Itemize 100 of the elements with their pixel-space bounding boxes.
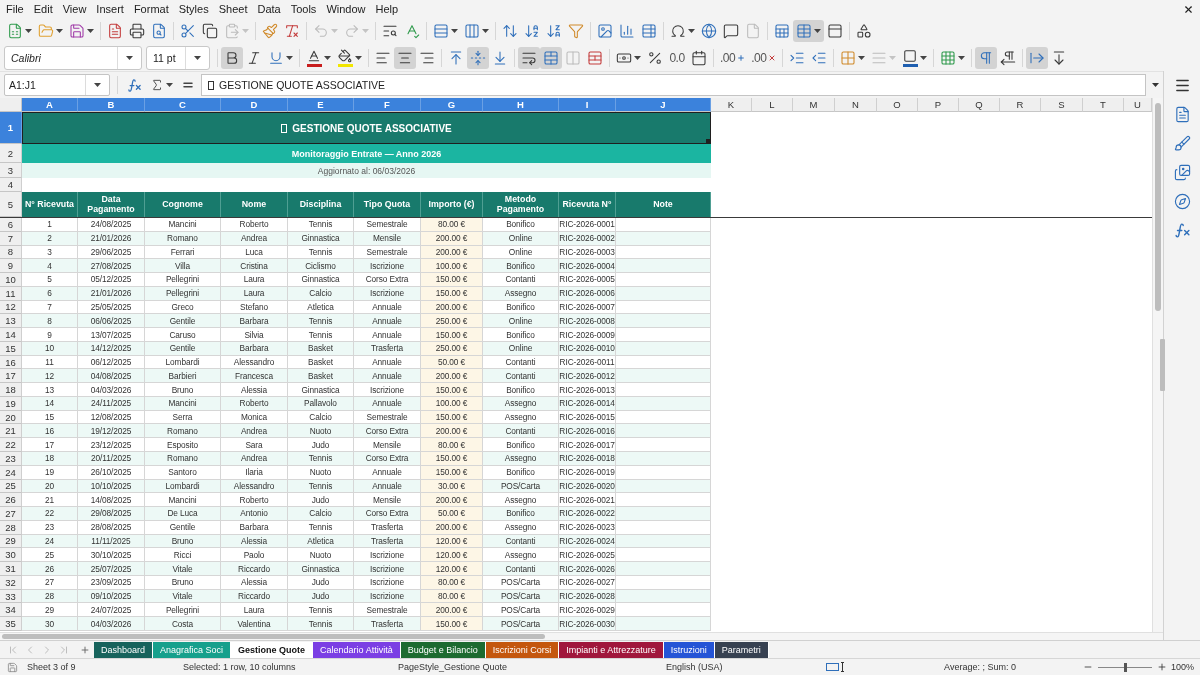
row-header[interactable]: 9 xyxy=(0,259,22,274)
fill-handle[interactable] xyxy=(706,139,711,144)
menu-item[interactable]: Window xyxy=(322,1,370,17)
column-header[interactable]: A xyxy=(22,98,78,112)
row-header[interactable]: 27 xyxy=(0,507,22,521)
table-cell: Tennis xyxy=(288,603,354,618)
sheet-tab[interactable]: Istruzioni xyxy=(663,641,715,658)
column-header[interactable]: G xyxy=(421,98,483,112)
menu-item[interactable]: Tools xyxy=(286,1,321,17)
row-header[interactable]: 3 xyxy=(0,163,22,178)
sheet-tab[interactable]: Dashboard xyxy=(94,641,154,658)
scroll-thumb[interactable] xyxy=(1155,103,1161,311)
menu-item[interactable]: Sheet xyxy=(214,1,252,17)
column-header[interactable]: D xyxy=(221,98,288,112)
menu-item[interactable]: Help xyxy=(371,1,403,17)
row-header[interactable]: 4 xyxy=(0,178,22,192)
column-header[interactable]: R xyxy=(1000,98,1041,112)
horizontal-scrollbar[interactable] xyxy=(0,632,1163,640)
table-columns-icon xyxy=(464,23,480,39)
bold-button[interactable] xyxy=(221,46,243,69)
column-header[interactable]: F xyxy=(354,98,421,112)
page-style-text: PageStyle_Gestione Quote xyxy=(398,662,508,672)
name-box[interactable]: A1:J1 xyxy=(4,74,110,96)
row-header[interactable]: 17 xyxy=(0,369,22,384)
horizontal-text-button[interactable] xyxy=(1026,46,1049,69)
scroll-thumb[interactable] xyxy=(2,634,545,639)
sheet-tab[interactable]: Iscrizioni Corsi xyxy=(485,641,560,658)
sheet-tab[interactable]: Parametri xyxy=(714,641,769,658)
column-header[interactable]: C xyxy=(145,98,221,112)
row-header[interactable]: 31 xyxy=(0,562,22,576)
paintbrush-icon xyxy=(262,23,278,39)
formula-input-field[interactable]: GESTIONE QUOTE ASSOCIATIVE xyxy=(201,74,1146,96)
table-cell: Semestrale xyxy=(354,603,421,618)
row-header[interactable]: 6 xyxy=(0,218,22,232)
column-header[interactable]: S xyxy=(1041,98,1083,112)
column-header[interactable]: I xyxy=(559,98,616,112)
menu-item[interactable]: Styles xyxy=(174,1,213,17)
updated-date-text: Aggiornato al: 06/03/2026 xyxy=(22,163,711,178)
column-header[interactable]: U xyxy=(1124,98,1152,112)
row-header[interactable]: 21 xyxy=(0,424,22,439)
align-center-button[interactable] xyxy=(394,46,416,69)
title-text: GESTIONE QUOTE ASSOCIATIVE xyxy=(292,122,452,134)
sort-arrows-icon xyxy=(502,23,518,39)
row-header[interactable]: 14 xyxy=(0,328,22,342)
table-cell: Tennis xyxy=(288,314,354,329)
sheet-tab[interactable]: Calendario Attività xyxy=(313,641,401,658)
column-header[interactable]: H xyxy=(483,98,559,112)
wrap-text-button[interactable] xyxy=(518,46,540,69)
column-header[interactable]: Q xyxy=(959,98,1000,112)
menu-item[interactable]: Edit xyxy=(29,1,57,17)
column-header[interactable]: B xyxy=(78,98,145,112)
row-header[interactable]: 35 xyxy=(0,617,22,631)
row-header[interactable]: 2 xyxy=(0,144,22,163)
column-header[interactable]: E xyxy=(288,98,354,112)
menu-item[interactable]: Insert xyxy=(92,1,128,17)
font-size-box[interactable]: 11 pt xyxy=(146,45,210,70)
sheet-tab[interactable]: Gestione Quote xyxy=(231,641,314,658)
row-header[interactable]: 10 xyxy=(0,273,22,287)
menu-item[interactable]: Data xyxy=(253,1,285,17)
delete-decimal-button[interactable]: .00 xyxy=(748,46,780,69)
row-header[interactable]: 23 xyxy=(0,452,22,466)
border-color-icon xyxy=(902,48,919,67)
column-header[interactable]: K xyxy=(711,98,752,112)
row-header[interactable]: 1 xyxy=(0,112,22,144)
row-header[interactable]: 13 xyxy=(0,314,22,329)
row-header[interactable]: 5 xyxy=(0,192,22,217)
freeze-button[interactable] xyxy=(793,20,824,42)
sheet-tab[interactable]: Budget e Bilancio xyxy=(400,641,486,658)
align-middle-button[interactable] xyxy=(467,46,489,69)
table-cell: 150.00 € xyxy=(421,617,483,631)
menu-item[interactable]: Format xyxy=(129,1,173,17)
column-header[interactable]: M xyxy=(793,98,835,112)
zoom-slider-thumb[interactable] xyxy=(1124,662,1127,672)
menu-item[interactable]: View xyxy=(58,1,91,17)
vertical-scrollbar[interactable] xyxy=(1152,98,1163,632)
row-header[interactable]: 22 xyxy=(0,438,22,452)
menu-item[interactable]: File xyxy=(2,1,28,17)
row-header[interactable]: 26 xyxy=(0,493,22,508)
column-header[interactable]: P xyxy=(918,98,959,112)
number-format-button[interactable]: 0.0 xyxy=(666,46,688,69)
spellcheck-icon xyxy=(404,23,420,39)
table-cell: Romano xyxy=(145,452,221,466)
column-header[interactable]: L xyxy=(752,98,793,112)
row-header[interactable]: 18 xyxy=(0,383,22,397)
table-cell: Mensile xyxy=(354,438,421,452)
sidebar-collapse-handle[interactable] xyxy=(1160,339,1165,391)
zoom-in-button[interactable] xyxy=(1156,661,1168,673)
printer-icon xyxy=(129,23,145,39)
sheet-tab[interactable]: Impianti e Attrezzature xyxy=(559,641,664,658)
column-header[interactable]: O xyxy=(877,98,918,112)
font-name-box[interactable]: Calibri xyxy=(4,45,142,70)
column-header[interactable]: J xyxy=(616,98,711,112)
add-decimal-button[interactable]: .00 xyxy=(717,46,749,69)
row-header[interactable]: 30 xyxy=(0,548,22,563)
column-header[interactable]: T xyxy=(1083,98,1124,112)
table-cell: 150.00 € xyxy=(421,273,483,287)
row-header[interactable]: 34 xyxy=(0,603,22,618)
merge-center-button[interactable] xyxy=(540,46,562,69)
left-to-right-button[interactable] xyxy=(975,46,998,69)
column-header[interactable]: N xyxy=(835,98,877,112)
